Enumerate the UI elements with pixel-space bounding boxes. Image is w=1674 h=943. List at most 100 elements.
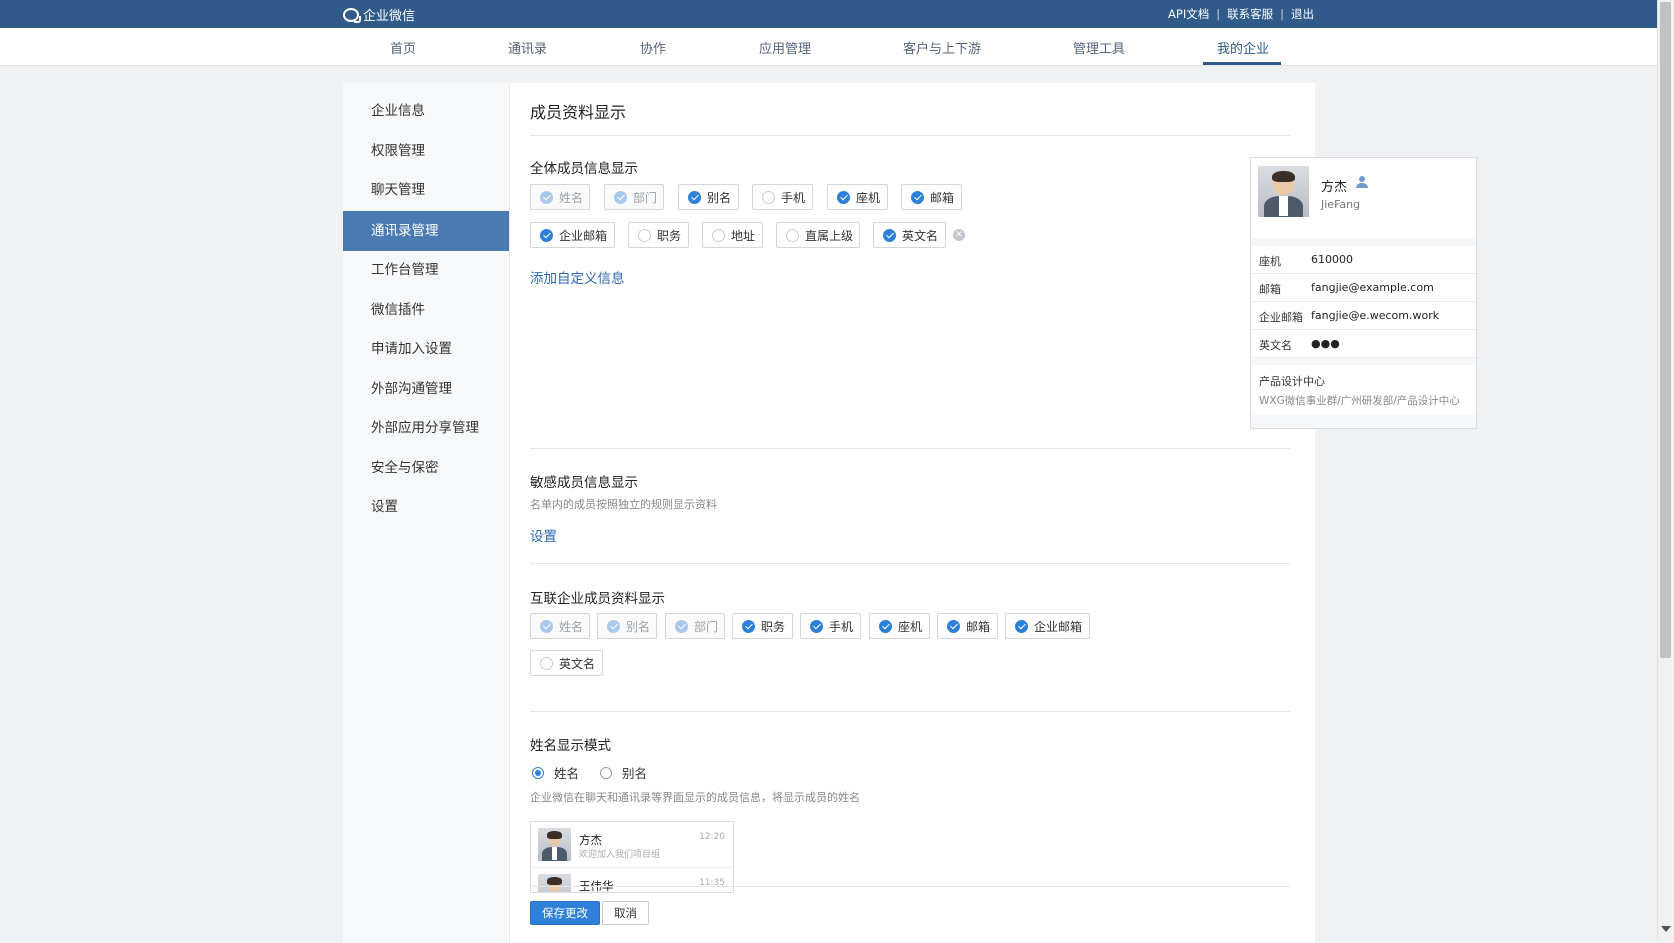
- interconnect-checkbox-department[interactable]: 部门: [665, 613, 725, 639]
- sidebar-item-security[interactable]: 安全与保密: [343, 448, 509, 488]
- cancel-button[interactable]: 取消: [602, 901, 649, 925]
- contact-support-link[interactable]: 联系客服: [1227, 6, 1273, 22]
- radio-icon: [532, 766, 544, 779]
- card-info-rows: 座机 610000 邮箱 fangjie@example.com 企业邮箱 fa…: [1251, 246, 1476, 358]
- card-english-name: JieFang: [1321, 198, 1361, 211]
- interconnect-checkbox-mobile[interactable]: 手机: [800, 613, 861, 639]
- name-mode-radio-alias[interactable]: 别名: [600, 763, 647, 782]
- check-icon: [837, 190, 850, 204]
- check-icon: [540, 190, 553, 204]
- nav-home[interactable]: 首页: [390, 38, 416, 57]
- save-button[interactable]: 保存更改: [530, 901, 600, 925]
- field-checkbox-landline[interactable]: 座机: [827, 184, 888, 210]
- check-icon: [688, 190, 701, 204]
- card-row: 英文名 ●●●: [1251, 330, 1476, 358]
- wecom-logo-icon: [343, 7, 361, 23]
- check-icon: [675, 619, 688, 633]
- radio-icon: [600, 766, 612, 779]
- member-preview-card: 方杰 JieFang 座机 610000 邮箱 fangjie@example.…: [1250, 157, 1477, 429]
- divider: [530, 135, 1290, 136]
- sidebar: 企业信息 权限管理 聊天管理 通讯录管理 工作台管理 微信插件 申请加入设置 外…: [343, 83, 510, 943]
- card-header: 方杰 JieFang: [1251, 158, 1476, 238]
- divider: [530, 886, 1290, 887]
- nav-app-management[interactable]: 应用管理: [759, 38, 811, 57]
- check-icon: [540, 656, 553, 670]
- field-checkbox-address[interactable]: 地址: [702, 222, 763, 248]
- sidebar-item-wechat-plugin[interactable]: 微信插件: [343, 290, 509, 330]
- card-row: 座机 610000: [1251, 246, 1476, 274]
- field-checkbox-department[interactable]: 部门: [604, 184, 664, 210]
- nav-collaboration[interactable]: 协作: [640, 38, 666, 57]
- check-icon: [540, 228, 553, 242]
- check-icon: [607, 619, 620, 633]
- scroll-down-icon[interactable]: [1661, 926, 1671, 932]
- sidebar-item-contacts-management[interactable]: 通讯录管理: [343, 211, 509, 251]
- nav-customers[interactable]: 客户与上下游: [903, 38, 981, 57]
- sidebar-item-external-communication[interactable]: 外部沟通管理: [343, 369, 509, 409]
- check-icon: [638, 228, 651, 242]
- page-title: 成员资料显示: [530, 103, 627, 122]
- interconnect-checkbox-landline[interactable]: 座机: [869, 613, 930, 639]
- card-department-path: WXG微信事业群/广州研发部/产品设计中心: [1259, 395, 1460, 407]
- sensitive-desc: 名单内的成员按照独立的规则显示资料: [530, 498, 717, 511]
- field-checkbox-english-name[interactable]: 英文名: [873, 222, 946, 248]
- sidebar-item-chat-management[interactable]: 聊天管理: [343, 170, 509, 210]
- main-nav: 首页 通讯录 协作 应用管理 客户与上下游 管理工具 我的企业: [0, 28, 1658, 66]
- interconnect-checkbox-email[interactable]: 邮箱: [937, 613, 998, 639]
- sidebar-item-enterprise-info[interactable]: 企业信息: [343, 91, 509, 131]
- check-icon: [786, 228, 799, 242]
- card-department: 产品设计中心 WXG微信事业群/广州研发部/产品设计中心: [1251, 365, 1476, 415]
- sensitive-title: 敏感成员信息显示: [530, 475, 638, 491]
- field-checkbox-enterprise-email[interactable]: 企业邮箱: [530, 222, 615, 248]
- scrollbar-thumb[interactable]: [1660, 2, 1671, 658]
- sidebar-item-permissions[interactable]: 权限管理: [343, 131, 509, 171]
- field-checkbox-direct-supervisor[interactable]: 直属上级: [776, 222, 860, 248]
- avatar: [538, 828, 571, 861]
- all-members-title: 全体成员信息显示: [530, 161, 638, 177]
- sidebar-item-join-settings[interactable]: 申请加入设置: [343, 329, 509, 369]
- card-row: 企业邮箱 fangjie@e.wecom.work: [1251, 302, 1476, 330]
- field-checkbox-name[interactable]: 姓名: [530, 184, 590, 210]
- interconnect-title: 互联企业成员资料显示: [530, 591, 665, 607]
- card-member-name: 方杰: [1321, 180, 1348, 195]
- sidebar-item-settings[interactable]: 设置: [343, 487, 509, 527]
- list-item: 方杰 欢迎加入我们项目组 12:20: [531, 822, 733, 868]
- field-checkbox-email[interactable]: 邮箱: [901, 184, 962, 210]
- settings-panel: 企业信息 权限管理 聊天管理 通讯录管理 工作台管理 微信插件 申请加入设置 外…: [343, 83, 1477, 943]
- field-checkbox-alias[interactable]: 别名: [678, 184, 739, 210]
- check-icon: [1015, 619, 1028, 633]
- nav-my-enterprise[interactable]: 我的企业: [1217, 38, 1269, 57]
- wecom-logo[interactable]: 企业微信: [343, 5, 415, 24]
- field-checkbox-position[interactable]: 职务: [628, 222, 689, 248]
- field-checkbox-mobile[interactable]: 手机: [752, 184, 813, 210]
- name-mode-desc: 企业微信在聊天和通讯录等界面显示的成员信息，将显示成员的姓名: [530, 791, 860, 804]
- name-mode-radio-name[interactable]: 姓名: [532, 763, 579, 782]
- nav-management-tools[interactable]: 管理工具: [1073, 38, 1125, 57]
- remove-field-icon[interactable]: ✕: [953, 229, 965, 241]
- add-custom-info-link[interactable]: 添加自定义信息: [530, 267, 625, 287]
- logout-link[interactable]: 退出: [1291, 6, 1314, 22]
- nav-active-indicator: [1203, 62, 1281, 65]
- interconnect-checkbox-position[interactable]: 职务: [732, 613, 793, 639]
- interconnect-checkbox-name[interactable]: 姓名: [530, 613, 590, 639]
- name-mode-title: 姓名显示模式: [530, 738, 611, 754]
- check-icon: [614, 190, 627, 204]
- page-scrollbar[interactable]: [1657, 0, 1674, 938]
- check-icon: [762, 190, 775, 204]
- top-links: API文档 | 联系客服 | 退出: [1168, 6, 1314, 22]
- check-icon: [883, 228, 896, 242]
- nav-contacts[interactable]: 通讯录: [508, 38, 547, 57]
- check-icon: [911, 190, 924, 204]
- interconnect-checkbox-alias[interactable]: 别名: [597, 613, 657, 639]
- api-docs-link[interactable]: API文档: [1168, 6, 1209, 22]
- sidebar-item-workbench[interactable]: 工作台管理: [343, 250, 509, 290]
- sidebar-item-external-app-sharing[interactable]: 外部应用分享管理: [343, 408, 509, 448]
- separator: |: [1216, 7, 1221, 21]
- separator: |: [1280, 7, 1284, 21]
- interconnect-checkbox-english-name[interactable]: 英文名: [530, 650, 603, 676]
- interconnect-checkbox-enterprise-email[interactable]: 企业邮箱: [1005, 613, 1090, 639]
- avatar: [538, 874, 571, 892]
- sensitive-settings-link[interactable]: 设置: [530, 525, 557, 545]
- check-icon: [810, 619, 823, 633]
- check-icon: [947, 619, 960, 633]
